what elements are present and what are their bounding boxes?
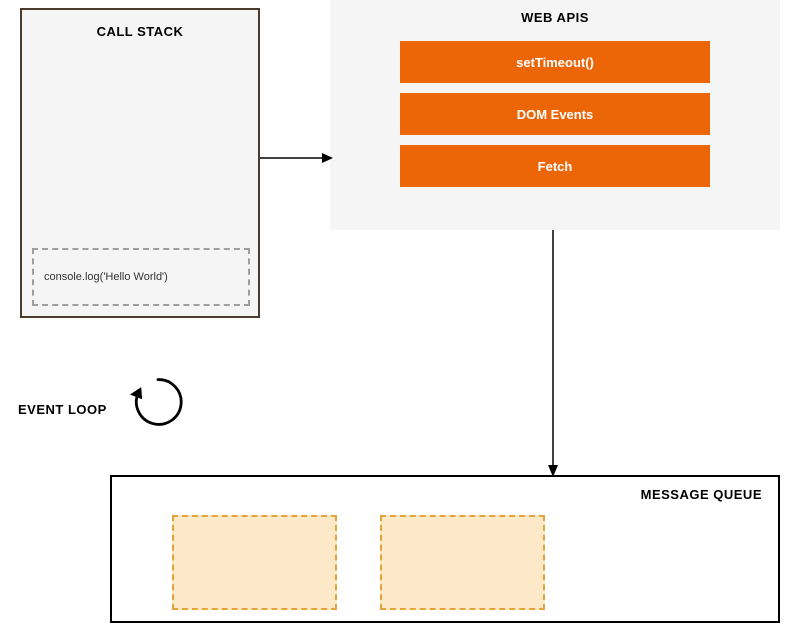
api-box-fetch: Fetch	[400, 145, 710, 187]
queue-item	[380, 515, 545, 610]
web-apis-panel: WEB APIS setTimeout() DOM Events Fetch	[330, 0, 780, 230]
event-loop-circle-icon	[130, 374, 186, 430]
stack-frame: console.log('Hello World')	[32, 248, 250, 306]
arrow-callstack-to-webapis	[260, 148, 335, 168]
api-box-dom-events: DOM Events	[400, 93, 710, 135]
message-queue-title: MESSAGE QUEUE	[641, 487, 762, 502]
message-queue-panel: MESSAGE QUEUE	[110, 475, 780, 623]
event-loop-label: EVENT LOOP	[18, 402, 107, 417]
arrow-webapis-to-queue	[543, 230, 563, 480]
queue-item	[172, 515, 337, 610]
call-stack-title: CALL STACK	[22, 10, 258, 39]
web-apis-title: WEB APIS	[330, 10, 780, 25]
call-stack-panel: CALL STACK console.log('Hello World')	[20, 8, 260, 318]
api-box-settimeout: setTimeout()	[400, 41, 710, 83]
